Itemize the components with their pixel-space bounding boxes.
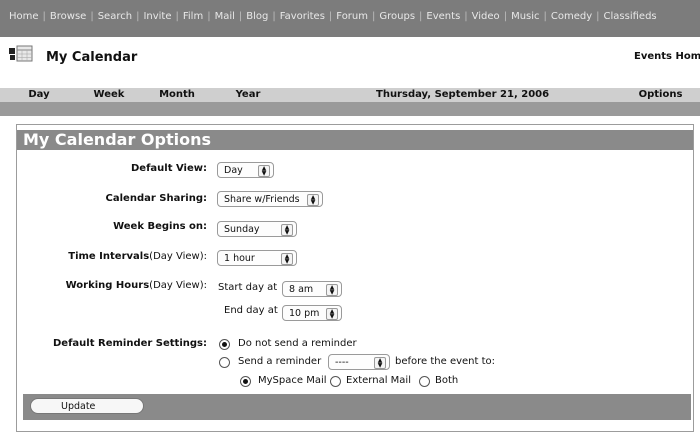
nav-separator: |: [175, 11, 179, 22]
before-event-label: before the event to:: [395, 356, 496, 367]
panel-title: My Calendar Options: [17, 130, 693, 150]
tab-day[interactable]: Day: [0, 88, 78, 102]
nav-separator: |: [596, 11, 600, 22]
calendar-sharing-select[interactable]: Share w/Friends ▲ ▼: [217, 191, 323, 207]
tab-month[interactable]: Month: [140, 88, 214, 102]
nav-link-classifieds[interactable]: Classifieds: [604, 11, 657, 22]
working-hours-label: Working Hours(Day View):: [65, 280, 207, 291]
top-nav-links: Home | Browse | Search | Invite | Film | Mail | Blog…: [9, 11, 657, 22]
time-intervals-select[interactable]: 1 hour ▲ ▼: [217, 250, 297, 266]
nav-link-events[interactable]: Events: [426, 11, 460, 22]
tab-week[interactable]: Week: [78, 88, 140, 102]
nav-link-blog[interactable]: Blog: [246, 11, 268, 22]
nav-separator: |: [372, 11, 376, 22]
current-date: Thursday, September 21, 2006: [376, 89, 550, 100]
page-title: My Calendar: [46, 50, 138, 65]
select-arrow-icon: ▲ ▼: [326, 308, 338, 320]
select-arrow-icon: ▲ ▼: [326, 284, 338, 296]
calendar-icon: [9, 45, 33, 62]
start-day-label: Start day at: [218, 282, 278, 293]
update-bar: Update: [23, 394, 691, 420]
nav-separator: |: [207, 11, 211, 22]
tab-options[interactable]: Options: [621, 88, 700, 102]
nav-link-music[interactable]: Music: [511, 11, 539, 22]
select-arrow-icon: ▲ ▼: [374, 357, 386, 369]
top-nav-bar: Home | Browse | Search | Invite | Film | Mail | Blog…: [0, 0, 700, 37]
both-radio[interactable]: [419, 376, 430, 387]
send-reminder-radio[interactable]: [219, 357, 230, 368]
nav-link-forum[interactable]: Forum: [336, 11, 368, 22]
nav-separator: |: [328, 11, 333, 22]
nav-link-video[interactable]: Video: [472, 11, 500, 22]
no-reminder-radio[interactable]: [219, 339, 230, 350]
myspace-mail-radio[interactable]: [240, 376, 251, 387]
week-begins-label: Week Begins on:: [113, 221, 207, 232]
default-view-select[interactable]: Day ▲ ▼: [217, 162, 274, 178]
calendar-sharing-label: Calendar Sharing:: [105, 193, 207, 204]
reminder-settings-label: Default Reminder Settings:: [53, 338, 207, 349]
tab-bar-underline: [0, 102, 700, 116]
nav-link-film[interactable]: Film: [183, 11, 203, 22]
nav-separator: |: [136, 11, 140, 22]
select-arrow-icon: ▲ ▼: [281, 253, 293, 265]
nav-separator: |: [503, 11, 508, 22]
reminder-time-select[interactable]: ---- ▲ ▼: [328, 354, 390, 370]
nav-separator: |: [543, 11, 547, 22]
tab-year[interactable]: Year: [214, 88, 282, 102]
events-home-link[interactable]: Events Home: [634, 51, 700, 62]
calendar-options-panel: My Calendar Options Default View: Day ▲ ▼ …: [16, 124, 694, 432]
week-begins-select[interactable]: Sunday ▲ ▼: [217, 221, 297, 237]
select-arrow-icon: ▲ ▼: [307, 194, 319, 206]
nav-link-browse[interactable]: Browse: [50, 11, 86, 22]
nav-separator: |: [464, 11, 468, 22]
select-arrow-icon: ▲ ▼: [281, 224, 293, 236]
update-button[interactable]: Update: [30, 398, 144, 414]
nav-separator: |: [42, 11, 46, 22]
nav-link-mail[interactable]: Mail: [215, 11, 235, 22]
time-intervals-label: Time Intervals(Day View):: [68, 251, 207, 262]
nav-separator: |: [238, 11, 243, 22]
both-label: Both: [435, 375, 459, 386]
send-reminder-label: Send a reminder: [238, 356, 322, 367]
end-day-label: End day at: [224, 305, 278, 316]
nav-link-search[interactable]: Search: [98, 11, 132, 22]
external-mail-radio[interactable]: [330, 376, 341, 387]
start-day-select[interactable]: 8 am ▲ ▼: [282, 281, 342, 297]
nav-link-home[interactable]: Home: [9, 11, 39, 22]
nav-separator: |: [90, 11, 94, 22]
nav-link-favorites[interactable]: Favorites: [280, 11, 325, 22]
myspace-mail-label: MySpace Mail: [258, 375, 327, 386]
nav-link-invite[interactable]: Invite: [143, 11, 171, 22]
end-day-select[interactable]: 10 pm ▲ ▼: [282, 305, 342, 321]
default-view-label: Default View:: [130, 163, 207, 174]
nav-link-comedy[interactable]: Comedy: [551, 11, 592, 22]
nav-separator: |: [272, 11, 276, 22]
select-arrow-icon: ▲ ▼: [258, 165, 270, 177]
nav-separator: |: [419, 11, 423, 22]
nav-link-groups[interactable]: Groups: [379, 11, 415, 22]
external-mail-label: External Mail: [346, 375, 411, 386]
no-reminder-label: Do not send a reminder: [238, 338, 357, 349]
